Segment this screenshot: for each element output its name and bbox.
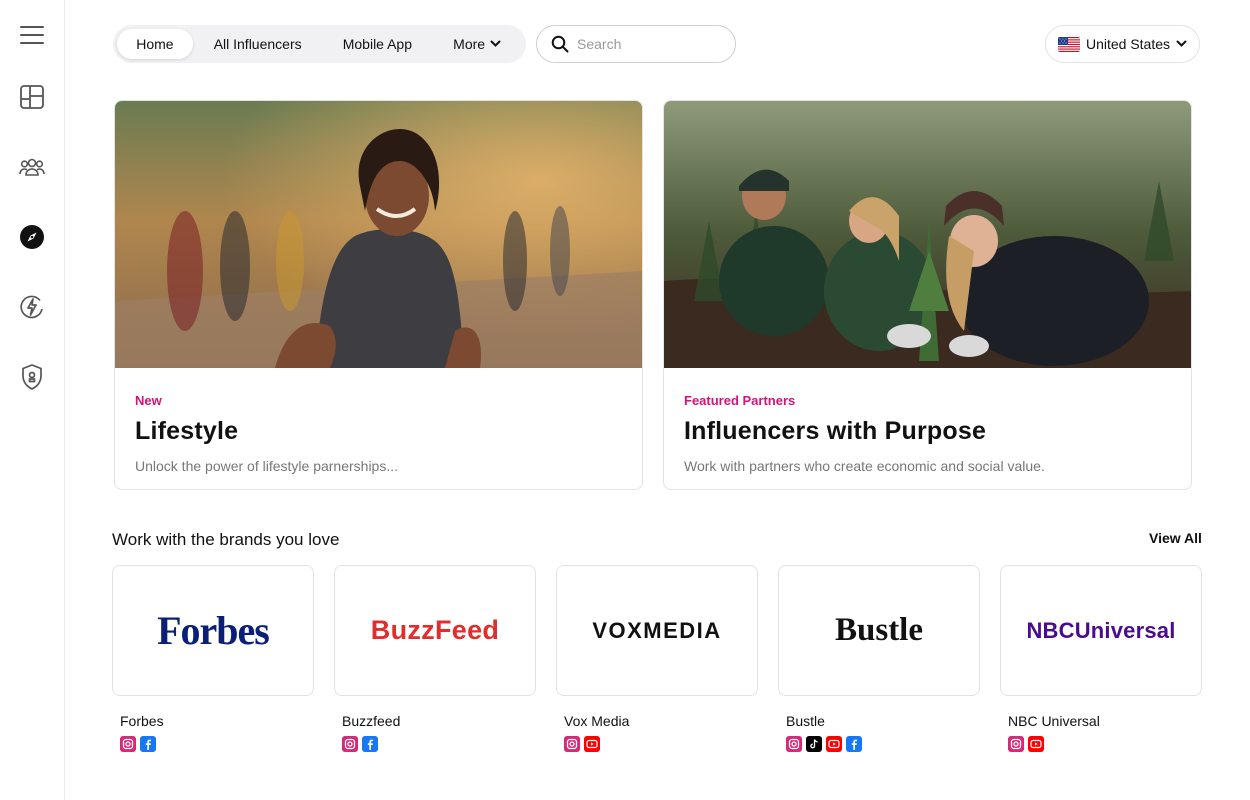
social-links [120,736,314,752]
youtube-icon[interactable] [584,736,600,752]
brand-name: NBC Universal [1008,713,1100,729]
brand-card-buzzfeed: BuzzFeed Buzzfeed [334,565,536,752]
menu-icon[interactable] [16,19,48,51]
brand-logo-box[interactable]: Forbes [112,565,314,696]
brand-card-forbes: Forbes Forbes [112,565,314,752]
card-description: Unlock the power of lifestyle parnership… [135,458,399,474]
chevron-down-icon [1176,40,1187,47]
brand-name: Buzzfeed [342,713,401,729]
brand-logo: NBCUniversal [1026,617,1176,643]
youtube-icon[interactable] [826,736,842,752]
dashboard-icon[interactable] [16,81,48,113]
feature-card-purpose[interactable]: Featured Partners Influencers with Purpo… [663,100,1192,490]
feature-card-lifestyle[interactable]: New Lifestyle Unlock the power of lifest… [114,100,643,490]
brand-name: Forbes [120,713,164,729]
nav-all-influencers[interactable]: All Influencers [193,29,323,59]
social-links [1008,736,1202,752]
search-box[interactable] [536,25,736,63]
search-icon [551,35,569,53]
compass-icon[interactable] [16,221,48,253]
brand-card-bustle: Bustle Bustle [778,565,980,752]
social-links [342,736,536,752]
brand-logo: Forbes [157,608,270,653]
brand-logo-box[interactable]: VOXMEDIA [556,565,758,696]
brand-logo: Bustle [834,612,923,648]
card-title: Lifestyle [135,417,239,445]
instagram-icon[interactable] [342,736,358,752]
lightning-icon[interactable] [16,291,48,323]
brand-logo-box[interactable]: NBCUniversal [1000,565,1202,696]
card-title: Influencers with Purpose [684,417,987,445]
facebook-icon[interactable] [362,736,378,752]
instagram-icon[interactable] [564,736,580,752]
country-label: United States [1085,36,1171,52]
card-tag: New [135,393,162,408]
us-flag-icon [1057,36,1080,52]
brand-card-vox-media: VOXMEDIA Vox Media [556,565,758,752]
search-input[interactable] [577,36,717,52]
country-selector[interactable]: United States [1045,25,1200,63]
nav-more-label: More [453,36,486,52]
card-image-runner [115,101,642,368]
instagram-icon[interactable] [120,736,136,752]
youtube-icon[interactable] [1028,736,1044,752]
nav-more[interactable]: More [432,29,522,59]
instagram-icon[interactable] [1008,736,1024,752]
tiktok-icon[interactable] [806,736,822,752]
card-image-tree-planting [664,101,1191,368]
instagram-icon[interactable] [786,736,802,752]
main-nav: Home All Influencers Mobile App More [113,25,526,63]
brand-name: Vox Media [564,713,630,729]
nav-mobile-app[interactable]: Mobile App [323,29,433,59]
social-links [786,736,980,752]
brand-logo: VOXMEDIA [592,617,722,643]
brand-card-nbc-universal: NBCUniversal NBC Universal [1000,565,1202,752]
view-all-link[interactable]: View All [1149,530,1202,546]
chevron-down-icon [490,40,501,47]
brand-logo: BuzzFeed [370,615,500,645]
card-tag: Featured Partners [684,393,796,408]
brand-logo-box[interactable]: Bustle [778,565,980,696]
nav-home[interactable]: Home [117,29,193,59]
social-links [564,736,758,752]
facebook-icon[interactable] [140,736,156,752]
brand-name: Bustle [786,713,825,729]
sidebar [0,0,65,800]
shield-icon[interactable] [16,361,48,393]
section-title: Work with the brands you love [112,530,340,549]
users-icon[interactable] [16,151,48,183]
facebook-icon[interactable] [846,736,862,752]
card-description: Work with partners who create economic a… [684,458,1045,474]
brand-logo-box[interactable]: BuzzFeed [334,565,536,696]
